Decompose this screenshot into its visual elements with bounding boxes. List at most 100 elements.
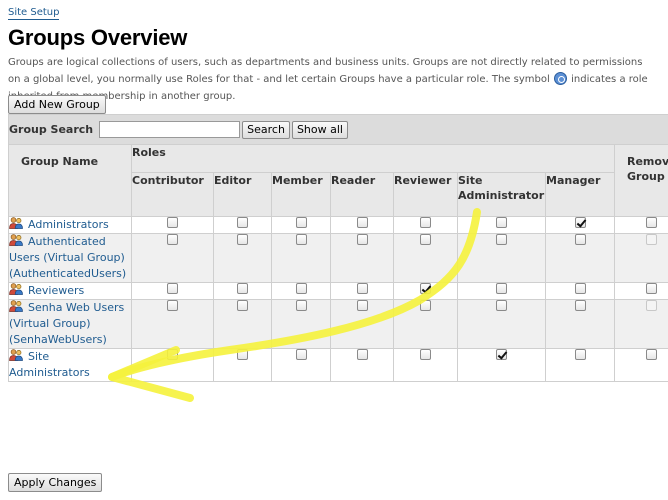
role-checkbox-contributor[interactable] [167, 283, 178, 294]
group-link[interactable]: Senha Web Users (Virtual Group) (SenhaWe… [9, 301, 124, 346]
group-name-cell: Senha Web Users (Virtual Group) (SenhaWe… [8, 299, 132, 349]
remove-group-checkbox[interactable] [646, 349, 658, 360]
show-all-button[interactable]: Show all [291, 120, 348, 139]
role-checkbox-editor[interactable] [237, 283, 248, 294]
remove-cell [613, 216, 668, 234]
role-checkbox-manager[interactable] [574, 283, 586, 294]
role-cell [131, 233, 214, 283]
role-header-reviewer: Reviewer [393, 172, 458, 217]
role-checkbox-contributor[interactable] [167, 349, 178, 360]
role-cell [131, 299, 214, 349]
role-checkbox-site-administrator[interactable] [496, 300, 507, 311]
groups-table: Group Search Search Show all Group Name Ro… [8, 114, 668, 382]
group-icon [9, 234, 23, 246]
groups-table-container: Group Search Search Show all Group Name Ro… [8, 114, 668, 464]
role-checkbox-reader[interactable] [356, 217, 368, 228]
role-checkbox-reviewer[interactable] [420, 349, 431, 360]
role-cell [330, 348, 394, 382]
role-cell [213, 216, 272, 234]
group-row: Senha Web Users (Virtual Group) (SenhaWe… [8, 299, 668, 349]
role-cell [545, 282, 615, 300]
role-checkbox-reviewer[interactable] [420, 234, 431, 245]
group-link[interactable]: Administrators [28, 218, 109, 231]
group-row: Authenticated Users (Virtual Group) (Aut… [8, 233, 668, 283]
role-cell [545, 216, 615, 234]
remove-group-checkbox[interactable] [646, 217, 658, 228]
group-name-cell: Site Administrators [8, 348, 132, 382]
group-name-cell: Administrators [8, 216, 132, 234]
role-checkbox-reviewer[interactable] [420, 300, 431, 311]
role-checkbox-reader[interactable] [356, 349, 368, 360]
add-new-group-button[interactable]: Add New Group [8, 95, 106, 114]
role-cell [271, 348, 331, 382]
role-checkbox-reader[interactable] [356, 283, 368, 294]
role-cell [457, 282, 546, 300]
role-header-contributor: Contributor [131, 172, 214, 217]
role-cell [457, 233, 546, 283]
role-checkbox-site-administrator[interactable] [496, 283, 507, 294]
role-cell [330, 216, 394, 234]
role-checkbox-manager[interactable] [574, 217, 586, 228]
role-cell [213, 233, 272, 283]
group-link[interactable]: Authenticated Users (Virtual Group) (Aut… [9, 235, 126, 280]
role-cell [393, 282, 458, 300]
role-checkbox-manager[interactable] [574, 234, 586, 245]
role-checkbox-manager[interactable] [574, 300, 586, 311]
role-cell [393, 233, 458, 283]
group-link[interactable]: Reviewers [28, 284, 84, 297]
role-checkbox-editor[interactable] [237, 217, 248, 228]
apply-changes-button[interactable]: Apply Changes [8, 473, 103, 492]
role-checkbox-editor[interactable] [237, 234, 248, 245]
roles-header: Roles [131, 144, 615, 173]
group-row: Reviewers [8, 282, 668, 300]
role-checkbox-site-administrator[interactable] [496, 349, 507, 360]
role-cell [131, 216, 214, 234]
group-name-cell: Authenticated Users (Virtual Group) (Aut… [8, 233, 132, 283]
group-row: Site Administrators [8, 348, 668, 382]
role-cell [330, 233, 394, 283]
role-header-reader: Reader [330, 172, 394, 217]
role-cell [545, 348, 615, 382]
role-checkbox-contributor[interactable] [167, 217, 178, 228]
group-search-label: Group Search [9, 122, 94, 136]
role-checkbox-site-administrator[interactable] [496, 234, 507, 245]
role-checkbox-reviewer[interactable] [420, 283, 431, 294]
breadcrumb-site-setup[interactable]: Site Setup [8, 6, 60, 20]
role-cell [271, 299, 331, 349]
role-checkbox-member[interactable] [295, 300, 307, 311]
role-checkbox-member[interactable] [295, 217, 307, 228]
role-checkbox-editor[interactable] [237, 349, 248, 360]
group-search-input[interactable] [99, 121, 241, 138]
role-checkbox-contributor[interactable] [167, 234, 178, 245]
remove-group-checkbox[interactable] [646, 283, 658, 294]
inherited-role-icon [553, 72, 567, 85]
role-cell [131, 282, 214, 300]
role-checkbox-manager[interactable] [574, 349, 586, 360]
role-cell [393, 216, 458, 234]
group-icon [9, 300, 23, 312]
role-checkbox-site-administrator[interactable] [496, 217, 507, 228]
role-checkbox-reader[interactable] [356, 234, 368, 245]
role-checkbox-reader[interactable] [356, 300, 368, 311]
group-name-header: Group Name [8, 144, 132, 217]
role-cell [330, 282, 394, 300]
role-checkbox-contributor[interactable] [167, 300, 178, 311]
role-cell [457, 348, 546, 382]
role-cell [393, 348, 458, 382]
role-cell [393, 299, 458, 349]
role-cell [271, 282, 331, 300]
role-checkbox-member[interactable] [295, 349, 307, 360]
role-checkbox-member[interactable] [295, 234, 307, 245]
role-header-manager: Manager [545, 172, 615, 217]
role-cell [271, 216, 331, 234]
role-checkbox-editor[interactable] [237, 300, 248, 311]
group-row: Administrators [8, 216, 668, 234]
search-button[interactable]: Search [242, 120, 290, 139]
role-cell [545, 233, 615, 283]
role-header-site-administrator: Site Administrator [457, 172, 546, 217]
role-checkbox-member[interactable] [295, 283, 307, 294]
role-cell [545, 299, 615, 349]
remove-cell [613, 299, 668, 349]
role-checkbox-reviewer[interactable] [420, 217, 431, 228]
remove-cell [613, 348, 668, 382]
